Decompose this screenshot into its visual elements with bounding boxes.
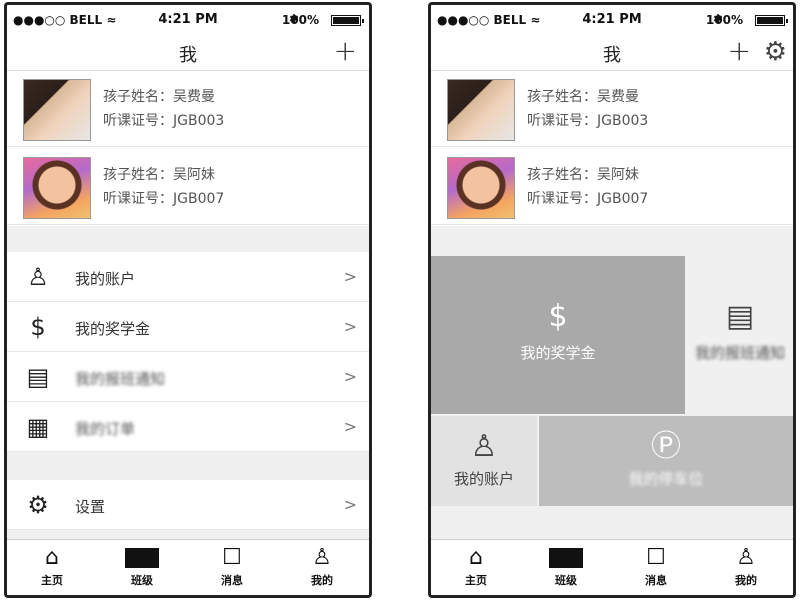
add-child-button[interactable]: + bbox=[728, 37, 751, 65]
notebook-icon: ▤ bbox=[26, 363, 50, 391]
tile-notice[interactable]: ▤ 我的报班通知 bbox=[687, 256, 793, 414]
nav-bar: 我 + ⚙ bbox=[431, 35, 793, 71]
add-child-button[interactable]: + bbox=[334, 37, 357, 65]
menu-item-label: 我的奖学金 bbox=[75, 320, 151, 338]
child-name: 孩子姓名：吴阿妹 bbox=[103, 167, 215, 183]
tab-bar: ⌂ 主页 班级 ☐ 消息 ♙ 我的 bbox=[431, 539, 793, 595]
child-avatar bbox=[447, 157, 515, 219]
tab-messages[interactable]: ☐ 消息 bbox=[202, 544, 262, 588]
tab-bar: ⌂ 主页 班级 ☐ 消息 ♙ 我的 bbox=[7, 539, 369, 595]
tile-label: 我的停车位 bbox=[628, 470, 704, 488]
tab-mine[interactable]: ♙ 我的 bbox=[716, 544, 776, 588]
battery-percent: 100% bbox=[705, 13, 743, 27]
menu-item-label: 我的账户 bbox=[75, 270, 136, 288]
page-title: 我 bbox=[179, 45, 197, 66]
child-avatar bbox=[23, 157, 91, 219]
home-icon: ⌂ bbox=[45, 545, 59, 570]
child-card[interactable]: 孩子姓名：吴阿妹 听课证号：JGB007 bbox=[431, 149, 793, 225]
menu-item-label: 我的报班通知 bbox=[75, 370, 166, 388]
menu-item-notice[interactable]: ▤ 我的报班通知 > bbox=[7, 352, 369, 402]
settings-gear-button[interactable]: ⚙ bbox=[764, 39, 787, 65]
menu-item-settings[interactable]: ⚙ 设置 > bbox=[7, 480, 369, 530]
person-icon: ♙ bbox=[27, 263, 49, 291]
tab-messages[interactable]: ☐ 消息 bbox=[626, 544, 686, 588]
menu-item-account[interactable]: ♙ 我的账户 > bbox=[7, 252, 369, 302]
status-bar: ●●●○○ BELL ≈ 4:21 PM ✱ 100% bbox=[431, 5, 793, 35]
person-icon: ♙ bbox=[470, 429, 498, 464]
money-bag-icon: $ bbox=[30, 313, 46, 341]
gear-icon: ⚙ bbox=[27, 491, 49, 519]
child-cert-number: 听课证号：JGB003 bbox=[103, 113, 225, 129]
document-icon: ▦ bbox=[26, 413, 50, 441]
message-icon: ☐ bbox=[222, 545, 242, 570]
child-name: 孩子姓名：吴阿妹 bbox=[527, 167, 639, 183]
battery-icon bbox=[331, 15, 364, 26]
tile-account[interactable]: ♙ 我的账户 bbox=[431, 416, 537, 506]
tab-mine[interactable]: ♙ 我的 bbox=[292, 544, 352, 588]
message-icon: ☐ bbox=[646, 545, 666, 570]
tile-label: 我的奖学金 bbox=[520, 344, 596, 362]
child-card[interactable]: 孩子姓名：吴费曼 听课证号：JGB003 bbox=[7, 71, 369, 147]
child-avatar bbox=[23, 79, 91, 141]
class-icon bbox=[112, 544, 172, 572]
chevron-right-icon: > bbox=[343, 317, 357, 336]
money-bag-icon: $ bbox=[548, 299, 568, 334]
tab-class[interactable]: 班级 bbox=[112, 544, 172, 588]
chevron-right-icon: > bbox=[343, 495, 357, 514]
menu-item-label: 设置 bbox=[75, 498, 106, 516]
class-icon bbox=[536, 544, 596, 572]
child-card[interactable]: 孩子姓名：吴费曼 听课证号：JGB003 bbox=[431, 71, 793, 147]
tile-scholarship[interactable]: $ 我的奖学金 bbox=[431, 256, 685, 414]
nav-bar: 我 + bbox=[7, 35, 369, 71]
mine-icon: ♙ bbox=[312, 545, 332, 570]
battery-icon bbox=[755, 15, 788, 26]
menu-item-orders[interactable]: ▦ 我的订单 > bbox=[7, 402, 369, 452]
phone-screen-list: ●●●○○ BELL ≈ 4:21 PM ✱ 100% 我 + 孩子姓名：吴费曼… bbox=[4, 2, 372, 598]
section-gap bbox=[7, 452, 369, 480]
chevron-right-icon: > bbox=[343, 417, 357, 436]
section-gap bbox=[7, 226, 369, 252]
battery-percent: 100% bbox=[281, 13, 319, 27]
phone-screen-tiles: ●●●○○ BELL ≈ 4:21 PM ✱ 100% 我 + ⚙ 孩子姓名：吴… bbox=[428, 2, 796, 598]
child-card[interactable]: 孩子姓名：吴阿妹 听课证号：JGB007 bbox=[7, 149, 369, 225]
child-cert-number: 听课证号：JGB007 bbox=[527, 191, 649, 207]
tile-label: 我的账户 bbox=[453, 470, 514, 488]
tab-home[interactable]: ⌂ 主页 bbox=[22, 544, 82, 588]
chevron-right-icon: > bbox=[343, 367, 357, 386]
parking-icon: Ⓟ bbox=[651, 429, 681, 464]
status-bar: ●●●○○ BELL ≈ 4:21 PM ✱ 100% bbox=[7, 5, 369, 35]
child-name: 孩子姓名：吴费曼 bbox=[103, 89, 215, 105]
mine-icon: ♙ bbox=[736, 545, 756, 570]
home-icon: ⌂ bbox=[469, 545, 483, 570]
tile-label: 我的报班通知 bbox=[694, 344, 785, 362]
child-avatar bbox=[447, 79, 515, 141]
child-cert-number: 听课证号：JGB007 bbox=[103, 191, 225, 207]
menu-item-label: 我的订单 bbox=[75, 420, 136, 438]
notebook-icon: ▤ bbox=[725, 299, 755, 334]
tab-home[interactable]: ⌂ 主页 bbox=[446, 544, 506, 588]
menu-item-scholarship[interactable]: $ 我的奖学金 > bbox=[7, 302, 369, 352]
child-cert-number: 听课证号：JGB003 bbox=[527, 113, 649, 129]
tile-parking[interactable]: Ⓟ 我的停车位 bbox=[539, 416, 793, 506]
child-name: 孩子姓名：吴费曼 bbox=[527, 89, 639, 105]
tab-class[interactable]: 班级 bbox=[536, 544, 596, 588]
chevron-right-icon: > bbox=[343, 267, 357, 286]
